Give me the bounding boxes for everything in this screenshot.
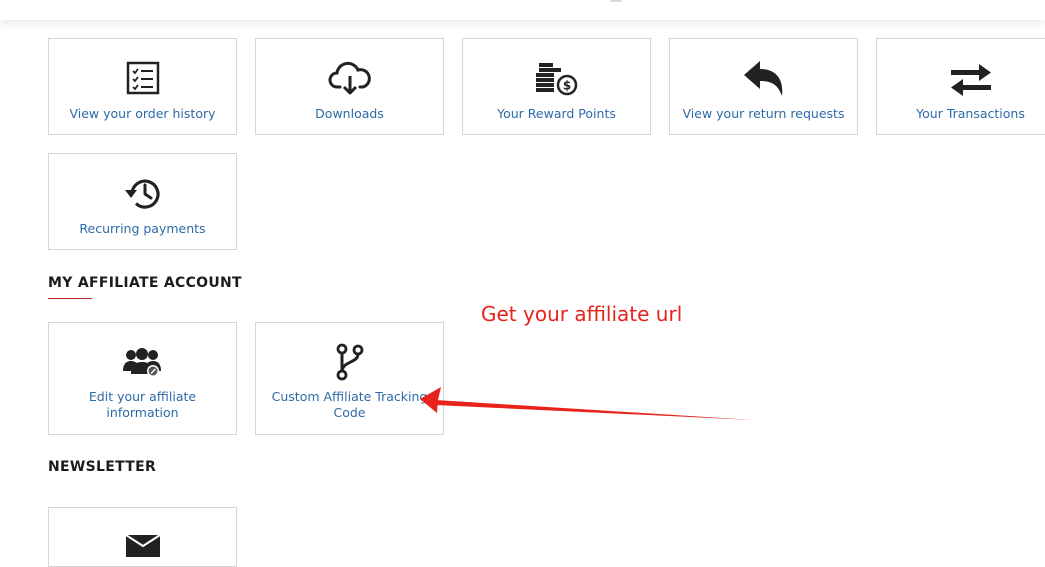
- annotation-arrow: [420, 387, 753, 420]
